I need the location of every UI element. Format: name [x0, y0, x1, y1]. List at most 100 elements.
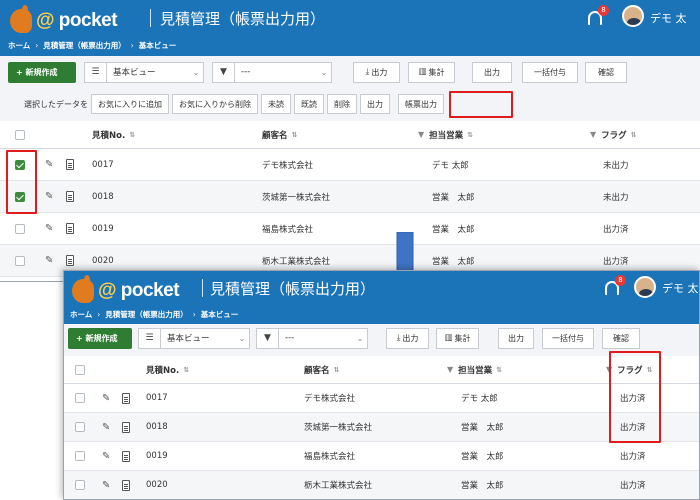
- breadcrumb-app[interactable]: 見積管理（帳票出力用）: [105, 309, 188, 320]
- list-icon: ☰: [139, 328, 161, 348]
- row-checkbox[interactable]: [75, 393, 85, 403]
- pencil-icon[interactable]: ✎: [102, 480, 110, 491]
- column-header-flag[interactable]: ▼ フラグ ⇅: [606, 356, 653, 383]
- sort-icon[interactable]: ⇅: [631, 131, 637, 139]
- breadcrumb-home[interactable]: ホーム: [70, 309, 92, 320]
- column-header-sales[interactable]: ▼ 担当営業 ⇅: [418, 121, 473, 148]
- form-output-button[interactable]: 帳票出力: [398, 94, 444, 114]
- row-checkbox[interactable]: [15, 255, 25, 266]
- data-table: 見積No. ⇅ 顧客名 ⇅ ▼ 担当営業 ⇅ ▼ フラグ ⇅ ✎ 0017 デモ株式会社 デ…: [64, 356, 699, 499]
- pencil-icon[interactable]: ✎: [102, 422, 110, 433]
- export-button[interactable]: ⤓ 出力: [386, 327, 429, 349]
- new-record-button[interactable]: + 新規作成: [68, 327, 132, 349]
- table-row[interactable]: ✎ 0020 栃木工業株式会社 営業 太郎 出力済: [64, 471, 699, 499]
- selection-output-button[interactable]: 出力: [360, 94, 390, 114]
- filter-icon[interactable]: ▼: [418, 130, 424, 139]
- breadcrumb: ホーム › 見積管理（帳票出力用） › 基本ビュー: [8, 40, 176, 51]
- filter-icon[interactable]: ▼: [606, 365, 612, 374]
- pencil-icon[interactable]: ✎: [45, 255, 53, 266]
- sort-icon[interactable]: ⇅: [183, 366, 189, 374]
- export-label: 出力: [371, 67, 388, 77]
- filter-icon: ▼: [213, 62, 235, 82]
- table-row[interactable]: ✎ 0017 デモ株式会社 デモ 太郎 出力済: [64, 384, 699, 413]
- column-header-flag[interactable]: ▼ フラグ ⇅: [590, 121, 637, 148]
- pencil-icon[interactable]: ✎: [102, 451, 110, 462]
- row-checkbox[interactable]: [75, 422, 85, 432]
- delete-button[interactable]: 削除: [327, 94, 357, 114]
- chevron-right-icon: ›: [97, 310, 101, 319]
- column-header-no[interactable]: 見積No. ⇅: [146, 356, 189, 383]
- row-checkbox[interactable]: [15, 191, 25, 202]
- column-header-no[interactable]: 見積No. ⇅: [92, 121, 135, 148]
- sort-icon[interactable]: ⇅: [129, 131, 135, 139]
- confirm-button[interactable]: 確認: [585, 61, 627, 83]
- screen-after: @ pocket 見積管理（帳票出力用） 8 デモ 太郎 ホーム › 見積管理（…: [63, 270, 700, 500]
- column-header-customer[interactable]: 顧客名 ⇅: [304, 356, 339, 383]
- output-button[interactable]: 出力: [498, 327, 534, 349]
- avatar[interactable]: [622, 5, 644, 27]
- table-row[interactable]: ✎ 0018 茨城第一株式会社 営業 太郎 未出力: [0, 181, 700, 213]
- document-icon[interactable]: [66, 223, 74, 234]
- column-header-sales[interactable]: ▼ 担当営業 ⇅: [447, 356, 502, 383]
- avatar[interactable]: [634, 276, 656, 298]
- bulk-assign-button[interactable]: 一括付与: [522, 61, 578, 83]
- remove-favorite-button[interactable]: お気に入りから削除: [172, 94, 258, 114]
- mark-read-button[interactable]: 既読: [294, 94, 324, 114]
- row-checkbox[interactable]: [75, 480, 85, 490]
- view-select[interactable]: ☰ 基本ビュー ⌄: [138, 327, 250, 349]
- aggregate-button[interactable]: ▥ 集計: [408, 61, 455, 83]
- row-checkbox[interactable]: [15, 223, 25, 234]
- sort-icon[interactable]: ⇅: [467, 131, 473, 139]
- export-button[interactable]: ⤓ 出力: [353, 61, 400, 83]
- add-favorite-button[interactable]: お気に入りに追加: [91, 94, 169, 114]
- filter-icon[interactable]: ▼: [590, 130, 596, 139]
- pencil-icon[interactable]: ✎: [45, 223, 53, 234]
- user-name[interactable]: デモ 太郎: [662, 280, 699, 296]
- confirm-button[interactable]: 確認: [602, 327, 640, 349]
- view-select[interactable]: ☰ 基本ビュー ⌄: [84, 61, 204, 83]
- table-row[interactable]: ✎ 0017 デモ株式会社 デモ 太郎 未出力: [0, 149, 700, 181]
- sort-icon[interactable]: ⇅: [292, 131, 298, 139]
- kangaroo-logo-icon: [72, 275, 94, 303]
- table-row[interactable]: ✎ 0019 福島株式会社 営業 太郎 出力済: [0, 213, 700, 245]
- document-icon[interactable]: [122, 479, 130, 491]
- cell-customer: 茨城第一株式会社: [262, 192, 331, 203]
- output-button[interactable]: 出力: [472, 61, 512, 83]
- table-row[interactable]: ✎ 0019 福島株式会社 営業 太郎 出力済: [64, 442, 699, 471]
- logo[interactable]: @ pocket: [72, 275, 180, 303]
- table-row[interactable]: ✎ 0018 茨城第一株式会社 営業 太郎 出力済: [64, 413, 699, 442]
- select-all-checkbox[interactable]: [15, 129, 25, 140]
- filter-icon[interactable]: ▼: [447, 365, 453, 374]
- bulk-assign-button[interactable]: 一括付与: [542, 327, 594, 349]
- filter-select[interactable]: ▼ --- ⌄: [212, 61, 332, 83]
- aggregate-button[interactable]: ▥ 集計: [436, 327, 479, 349]
- sort-icon[interactable]: ⇅: [334, 366, 340, 374]
- header-divider: [202, 279, 203, 297]
- breadcrumb-app[interactable]: 見積管理（帳票出力用）: [43, 40, 126, 51]
- row-checkbox[interactable]: [15, 159, 25, 170]
- document-icon[interactable]: [66, 255, 74, 266]
- logo[interactable]: @ pocket: [10, 5, 118, 33]
- kangaroo-logo-icon: [10, 5, 32, 33]
- breadcrumb-home[interactable]: ホーム: [8, 40, 30, 51]
- user-name[interactable]: デモ 太: [650, 10, 687, 26]
- pencil-icon[interactable]: ✎: [45, 191, 53, 202]
- document-icon[interactable]: [122, 392, 130, 404]
- row-checkbox[interactable]: [75, 451, 85, 461]
- pencil-icon[interactable]: ✎: [45, 159, 53, 170]
- pencil-icon[interactable]: ✎: [102, 393, 110, 404]
- sort-icon[interactable]: ⇅: [647, 366, 653, 374]
- document-icon[interactable]: [122, 450, 130, 462]
- toolbar: + 新規作成 ☰ 基本ビュー ⌄ ▼ --- ⌄ ⤓ 出力 ▥ 集計 出力 一括付与…: [64, 326, 699, 350]
- mark-unread-button[interactable]: 未読: [261, 94, 291, 114]
- document-icon[interactable]: [122, 421, 130, 433]
- select-all-checkbox[interactable]: [75, 364, 85, 375]
- filter-select[interactable]: ▼ --- ⌄: [256, 327, 368, 349]
- column-header-customer[interactable]: 顧客名 ⇅: [262, 121, 297, 148]
- document-icon[interactable]: [66, 159, 74, 170]
- chevron-down-icon: ⌄: [320, 67, 328, 77]
- sort-icon[interactable]: ⇅: [496, 366, 502, 374]
- document-icon[interactable]: [66, 191, 74, 202]
- notification-badge: 8: [615, 275, 626, 286]
- new-record-button[interactable]: + 新規作成: [8, 61, 76, 83]
